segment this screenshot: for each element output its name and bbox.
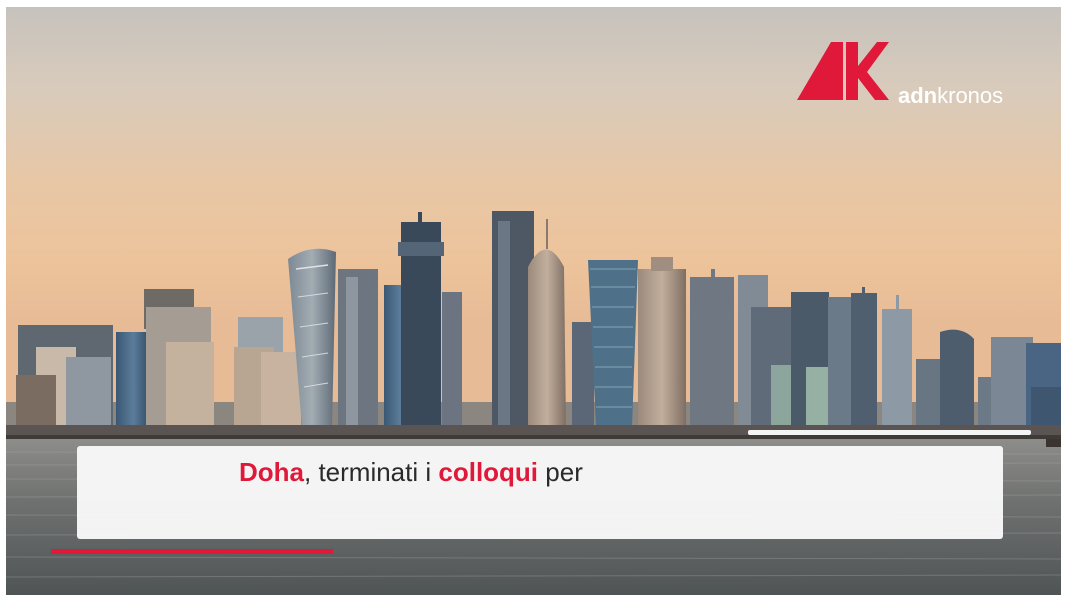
video-frame: adnkronos Doha, terminati i colloqui per (6, 7, 1061, 595)
brand-name-bold: adn (898, 83, 938, 108)
caption-text: Doha, terminati i colloqui per (239, 457, 583, 488)
adnkronos-logo: adnkronos (797, 40, 1027, 110)
caption-segment-end: per (538, 457, 583, 487)
accent-line-white (748, 430, 1031, 435)
caption-box: Doha, terminati i colloqui per (77, 446, 1003, 539)
brand-name-regular: kronos (937, 83, 1004, 108)
accent-line-red (51, 549, 333, 554)
brand-wordmark: adnkronos (898, 83, 1003, 109)
caption-highlight-colloqui: colloqui (438, 457, 539, 487)
caption-highlight-doha: Doha (239, 457, 304, 487)
caption-segment: , terminati i (304, 457, 439, 487)
adnkronos-mark-icon (797, 42, 889, 100)
